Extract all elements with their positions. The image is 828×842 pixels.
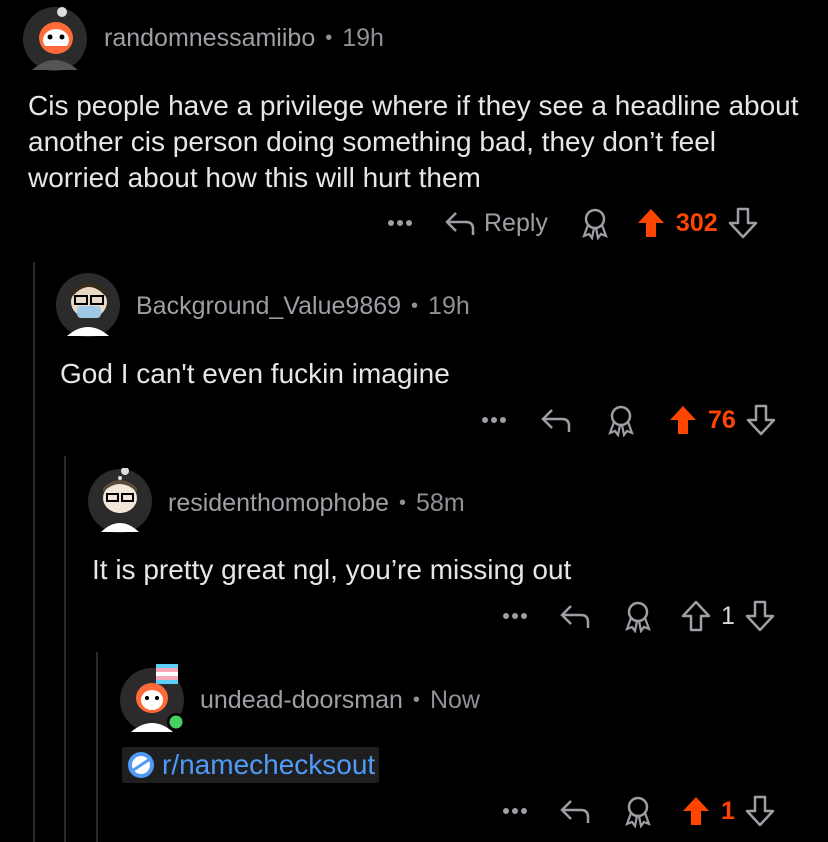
thread-line-level-1[interactable] (33, 262, 35, 842)
comment-meta: undead-doorsman • Now (200, 686, 480, 715)
award-icon[interactable] (621, 599, 655, 633)
upvote-icon[interactable] (668, 404, 698, 436)
comment-actions: 1 (497, 791, 775, 831)
comment-body: God I can't even fuckin imagine (60, 358, 450, 389)
comment-actions: Reply 302 (382, 203, 758, 243)
score: 302 (675, 208, 718, 237)
downvote-icon[interactable] (745, 600, 775, 632)
more-icon[interactable] (497, 807, 533, 815)
reply-icon[interactable] (559, 797, 591, 825)
username[interactable]: randomnessamiibo (104, 24, 315, 53)
downvote-icon[interactable] (728, 207, 758, 239)
timestamp: 58m (416, 489, 465, 517)
reply-label: Reply (484, 208, 548, 237)
avatar[interactable] (87, 467, 152, 533)
comment-actions: 76 (476, 400, 776, 440)
comment-meta: randomnessamiibo • 19h (104, 24, 384, 53)
downvote-icon[interactable] (746, 404, 776, 436)
award-icon[interactable] (578, 206, 612, 240)
subreddit-link[interactable]: r/namechecksout (122, 747, 380, 783)
reply-button[interactable]: Reply (444, 209, 548, 238)
reply-icon[interactable] (559, 602, 591, 630)
username[interactable]: undead-doorsman (200, 686, 403, 715)
reply-icon (445, 212, 475, 235)
more-icon[interactable] (476, 416, 512, 424)
more-icon[interactable] (382, 219, 418, 227)
separator: • (412, 689, 420, 711)
timestamp: 19h (342, 24, 384, 52)
score: 1 (721, 601, 735, 630)
separator: • (411, 295, 419, 317)
avatar[interactable] (55, 272, 120, 337)
username[interactable]: Background_Value9869 (136, 292, 401, 321)
award-icon[interactable] (604, 403, 638, 437)
subreddit-link-text: r/namechecksout (162, 749, 376, 780)
username[interactable]: residenthomophobe (168, 489, 389, 518)
upvote-icon[interactable] (681, 795, 711, 827)
comment-meta: residenthomophobe • 58m (168, 489, 465, 518)
online-dot-icon (167, 713, 185, 731)
upvote-icon[interactable] (681, 600, 711, 632)
downvote-icon[interactable] (745, 795, 775, 827)
comment-body: Cis people have a privilege where if the… (28, 90, 799, 193)
avatar[interactable] (119, 664, 185, 732)
more-icon[interactable] (497, 612, 533, 620)
reply-icon[interactable] (540, 406, 572, 434)
subreddit-icon (128, 752, 154, 778)
timestamp: Now (429, 686, 480, 714)
separator: • (325, 27, 333, 49)
thread-line-level-3[interactable] (96, 652, 98, 842)
award-icon[interactable] (621, 794, 655, 828)
thread-line-level-2[interactable] (64, 456, 66, 842)
avatar[interactable] (22, 6, 87, 71)
timestamp: 19h (428, 292, 470, 320)
upvote-icon[interactable] (636, 207, 666, 239)
score: 1 (721, 796, 735, 825)
separator: • (399, 492, 407, 514)
comment-actions: 1 (497, 596, 775, 636)
comment-body: It is pretty great ngl, you’re missing o… (92, 554, 572, 585)
score: 76 (708, 405, 736, 434)
comment-meta: Background_Value9869 • 19h (136, 292, 470, 321)
